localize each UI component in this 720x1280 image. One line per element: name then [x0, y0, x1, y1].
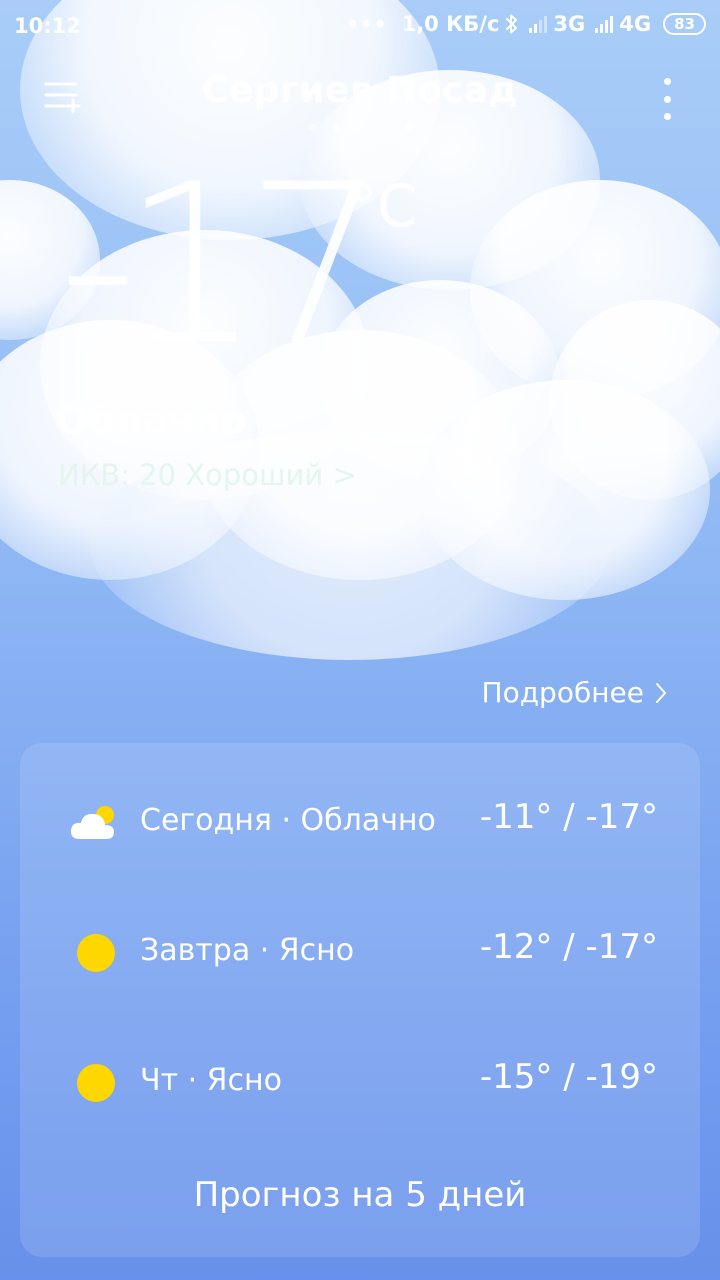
status-indicators: ••• 1,0 КБ/с 3G 4G 83: [346, 12, 706, 36]
network-3g: 3G: [553, 12, 586, 36]
forecast-label: Завтра · Ясно: [140, 933, 355, 968]
current-condition: Облачно: [56, 398, 247, 442]
air-quality-link[interactable]: ИКВ: 20 Хороший >: [58, 458, 357, 492]
page-indicator: [0, 124, 720, 131]
page-dot: [308, 124, 316, 131]
sun-icon: [77, 934, 115, 972]
page-dot: [332, 124, 340, 131]
battery-indicator: 83: [663, 13, 706, 35]
forecast-row[interactable]: Чт · Ясно -15° / -19°: [20, 1051, 700, 1111]
signal-4g-icon: [595, 15, 614, 33]
current-temperature: -17: [58, 137, 385, 393]
page-dot: [380, 124, 388, 131]
page-dot-active: [404, 124, 412, 131]
forecast-range: -15° / -19°: [479, 1057, 658, 1097]
signal-3g-icon: [529, 15, 548, 33]
sun-icon: [77, 1064, 115, 1102]
forecast-card: Сегодня · Облачно -11° / -17° Завтра · Я…: [20, 743, 700, 1257]
details-label: Подробнее: [481, 676, 644, 709]
partly-cloudy-icon: [70, 806, 114, 839]
notification-dots: •••: [346, 12, 388, 36]
forecast-range: -12° / -17°: [479, 927, 658, 967]
net-speed: 1,0 КБ/с: [401, 12, 500, 36]
city-title: Сергиев Посад: [201, 70, 519, 111]
chevron-right-icon: [656, 682, 666, 703]
status-bar: 10:12 ••• 1,0 КБ/с 3G 4G 83: [0, 0, 720, 52]
forecast-label: Сегодня · Облачно: [140, 803, 436, 838]
more-vertical-icon[interactable]: [660, 78, 674, 120]
temperature-unit: °C: [348, 172, 418, 240]
forecast-row[interactable]: Завтра · Ясно -12° / -17°: [20, 921, 700, 981]
forecast-range: -11° / -17°: [479, 797, 658, 837]
page-dot: [356, 124, 364, 131]
forecast-row[interactable]: Сегодня · Облачно -11° / -17°: [20, 791, 700, 851]
forecast-label: Чт · Ясно: [140, 1063, 282, 1098]
details-link[interactable]: Подробнее: [482, 676, 668, 709]
five-day-forecast-button[interactable]: Прогноз на 5 дней: [20, 1175, 700, 1215]
network-4g: 4G: [619, 12, 652, 36]
status-time: 10:12: [14, 14, 81, 38]
bluetooth-icon: [506, 14, 518, 34]
